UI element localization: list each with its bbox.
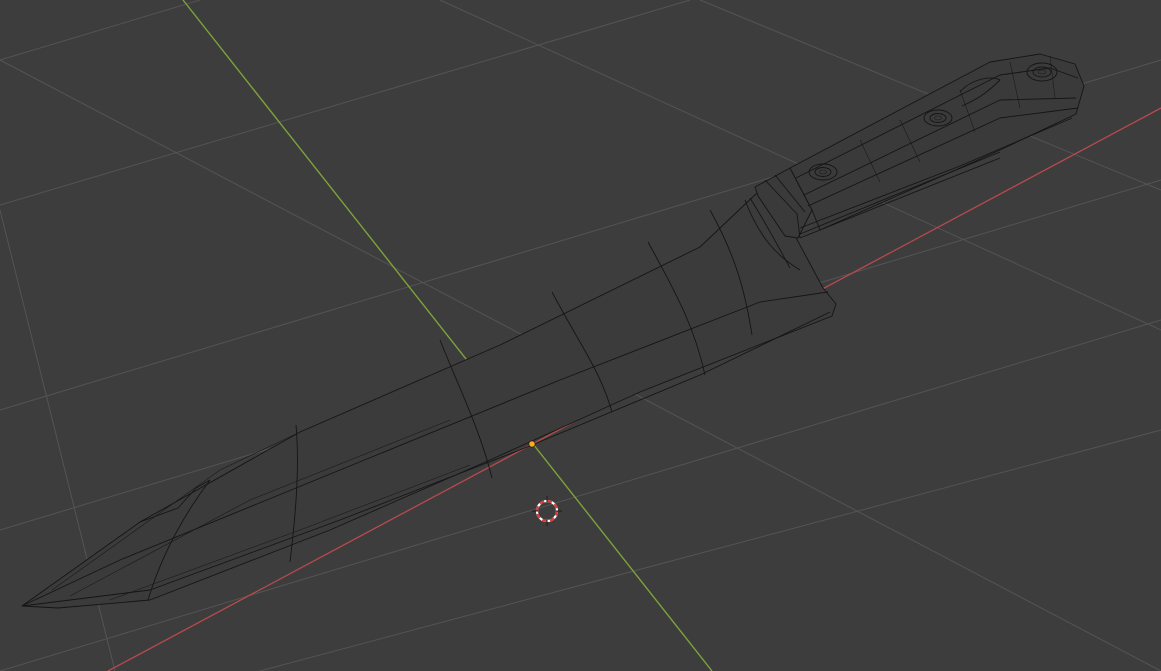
object-origin-dot-icon[interactable] <box>528 440 536 448</box>
viewport-canvas[interactable] <box>0 0 1161 671</box>
knife-blade[interactable] <box>21 191 837 609</box>
3d-viewport[interactable] <box>0 0 1161 671</box>
grid-line <box>0 0 691 206</box>
grid-line <box>0 0 201 61</box>
3d-cursor-icon[interactable] <box>532 496 562 526</box>
knife-mesh[interactable] <box>21 53 1085 609</box>
knife-handle[interactable] <box>789 53 1085 239</box>
